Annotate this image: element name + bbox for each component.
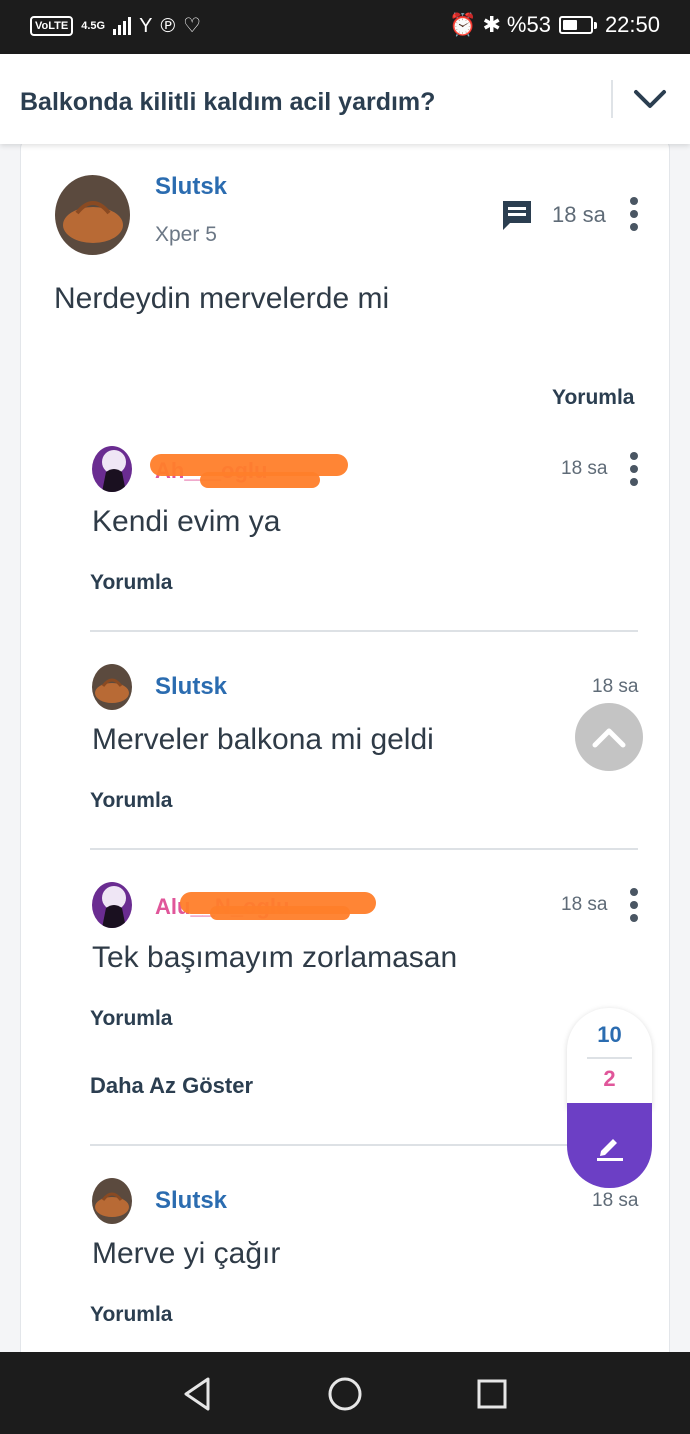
kebab-menu-icon[interactable] (629, 452, 639, 486)
vote-widget: 10 2 (567, 1008, 652, 1188)
battery-fill (562, 20, 577, 30)
volte-badge: VoLTE (30, 16, 74, 36)
comment-text: Tek başımayım zorlamasan (92, 941, 458, 974)
bluetooth-icon: ✱ (482, 12, 501, 37)
header-divider (611, 80, 613, 118)
question-header: Balkonda kilitli kaldım acil yardım? (0, 54, 690, 144)
comment-icon[interactable] (500, 198, 534, 232)
comment-divider (90, 848, 638, 850)
comment-reply-link[interactable]: Yorumla (90, 1303, 172, 1327)
redaction-mark (210, 906, 350, 920)
post-user-level: Xper 5 (155, 223, 217, 246)
downvote-count[interactable]: 2 (567, 1066, 652, 1092)
vote-panel: 10 2 (567, 1008, 652, 1108)
scroll-to-top-button[interactable] (575, 703, 643, 771)
show-less-link[interactable]: Daha Az Göster (90, 1073, 253, 1099)
health-icon: ♡ (183, 15, 202, 37)
kebab-menu-icon[interactable] (629, 197, 639, 231)
chevron-up-icon (592, 728, 626, 748)
pencil-icon (596, 1138, 623, 1161)
battery-icon (558, 16, 597, 34)
comment-reply-link[interactable]: Yorumla (90, 571, 172, 595)
comment-reply-link[interactable]: Yorumla (90, 1007, 172, 1031)
comment-reply-link[interactable]: Yorumla (90, 789, 172, 813)
comment-username[interactable]: Slutsk (155, 1187, 227, 1215)
pinterest-icon: ℗ (160, 15, 176, 37)
recents-icon[interactable] (472, 1374, 512, 1414)
network-type: 4.5G (81, 20, 106, 32)
alarm-icon: ⏰ (449, 12, 477, 37)
comment-text: Merveler balkona mi geldi (92, 723, 434, 756)
home-icon[interactable] (325, 1374, 365, 1414)
post-time: 18 sa (552, 202, 606, 227)
battery-percent: %53 (506, 12, 551, 37)
comment-time: 18 sa (561, 894, 608, 915)
avatar[interactable] (92, 664, 132, 710)
avatar[interactable] (92, 882, 132, 928)
avatar[interactable] (92, 446, 132, 492)
status-bar: VoLTE 4.5G Y ℗ ♡ ⏰ ✱ %53 22:50 (0, 0, 690, 54)
upvote-count[interactable]: 10 (567, 1022, 652, 1048)
status-left: VoLTE 4.5G Y ℗ ♡ (30, 14, 201, 38)
chevron-down-icon[interactable] (632, 84, 668, 114)
avatar[interactable] (92, 1178, 132, 1224)
comment-divider (90, 1144, 638, 1146)
comment-text: Merve yi çağır (92, 1237, 281, 1270)
comment-text: Kendi evim ya (92, 505, 281, 538)
question-title: Balkonda kilitli kaldım acil yardım? (20, 88, 436, 116)
comment-time: 18 sa (592, 676, 639, 697)
avatar[interactable] (55, 175, 130, 255)
write-answer-button[interactable] (567, 1103, 652, 1188)
system-nav-bar (0, 1352, 690, 1434)
back-icon[interactable] (178, 1374, 218, 1414)
comment-time: 18 sa (592, 1190, 639, 1211)
antenna-icon: Y (139, 15, 153, 37)
kebab-menu-icon[interactable] (629, 888, 639, 922)
status-right: ⏰ ✱ %53 22:50 (449, 12, 660, 38)
signal-icon (113, 17, 132, 35)
comment-time: 18 sa (561, 458, 608, 479)
clock: 22:50 (604, 12, 660, 37)
post-username[interactable]: Slutsk (155, 173, 227, 201)
vote-separator (587, 1057, 632, 1059)
comment-divider (90, 630, 638, 632)
comment-username[interactable]: Slutsk (155, 673, 227, 701)
post-text: Nerdeydin mervelerde mi (54, 282, 390, 315)
redaction-mark (200, 472, 320, 488)
post-reply-link[interactable]: Yorumla (552, 386, 634, 410)
